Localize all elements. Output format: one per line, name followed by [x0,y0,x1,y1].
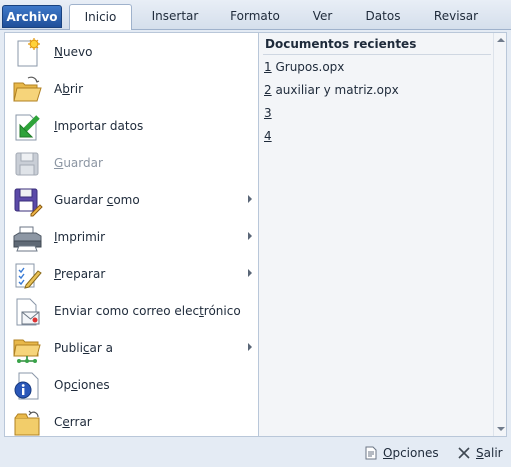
tab-ver[interactable]: Ver [300,4,345,29]
exit-button[interactable]: Salir [457,444,503,462]
bottom-bar: Opciones Salir [0,438,511,467]
tab-inicio[interactable]: Inicio [69,4,132,30]
file-menu: Nuevo Abrir Importar datos Guardar Guard… [0,30,511,467]
tab-archivo[interactable]: Archivo [2,5,62,28]
recent-documents-title: Documentos recientes [265,37,417,51]
menu-item-preparar[interactable]: Preparar [5,257,257,293]
menu-item-label: Nuevo [54,45,93,59]
new-document-icon [17,38,40,67]
menu-item-enviar-correo[interactable]: Enviar como correo electrónico [5,294,257,330]
scroll-down-icon[interactable] [497,427,505,431]
menu-item-label: Imprimir [54,230,106,244]
email-icon [16,298,40,326]
options-button-label: Opciones [383,446,439,460]
recent-documents-panel: Documentos recientes 1 Grupos.opx 2 auxi… [258,32,507,437]
menu-item-imprimir[interactable]: Imprimir [5,220,257,256]
submenu-arrow-icon [248,269,252,277]
menu-item-label: Importar datos [54,119,144,133]
open-folder-icon [13,76,42,102]
divider [263,54,491,55]
import-data-icon [15,114,40,141]
publish-icon [13,339,41,363]
tab-insertar[interactable]: Insertar [140,4,210,29]
tab-formato[interactable]: Formato [218,4,292,29]
close-x-icon [458,447,470,459]
exit-button-label: Salir [476,446,503,460]
menu-item-opciones[interactable]: Opciones [5,368,257,404]
options-info-icon [14,372,39,400]
menu-item-label: Publicar a [54,341,113,355]
menu-item-label: Guardar como [54,193,140,207]
close-folder-icon [14,410,40,436]
save-disk-icon [15,152,39,176]
command-list: Nuevo Abrir Importar datos Guardar Guard… [4,32,258,437]
prepare-icon [15,263,42,289]
menu-item-nuevo[interactable]: Nuevo [5,35,257,71]
menu-item-label: Opciones [54,378,110,392]
options-button[interactable]: Opciones [364,444,439,462]
scrollbar[interactable] [493,33,507,436]
menu-item-cerrar[interactable]: Cerrar [5,405,257,441]
menu-item-guardar[interactable]: Guardar [5,146,257,182]
menu-item-label: Abrir [54,82,84,96]
ribbon-tab-strip: Archivo Inicio Insertar Formato Ver Dato… [0,0,511,30]
recent-document-item[interactable]: 1 Grupos.opx [264,60,344,74]
save-as-icon [14,188,43,217]
menu-item-label: Guardar [54,156,103,170]
menu-item-guardar-como[interactable]: Guardar como [5,183,257,219]
submenu-arrow-icon [248,343,252,351]
menu-item-publicar[interactable]: Publicar a [5,331,257,367]
printer-icon [13,226,42,252]
menu-item-abrir[interactable]: Abrir [5,72,257,108]
menu-item-label: Cerrar [54,415,92,429]
options-document-icon [365,446,377,460]
scroll-up-icon[interactable] [497,38,505,42]
submenu-arrow-icon [248,195,252,203]
recent-document-item[interactable]: 3 [264,106,272,120]
menu-item-label: Preparar [54,267,106,281]
recent-document-item[interactable]: 4 [264,129,272,143]
recent-document-item[interactable]: 2 auxiliar y matriz.opx [264,83,399,97]
menu-item-label: Enviar como correo electrónico [54,304,241,318]
tab-datos[interactable]: Datos [353,4,413,29]
menu-item-importar-datos[interactable]: Importar datos [5,109,257,145]
tab-revisar[interactable]: Revisar [422,4,490,29]
submenu-arrow-icon [248,232,252,240]
